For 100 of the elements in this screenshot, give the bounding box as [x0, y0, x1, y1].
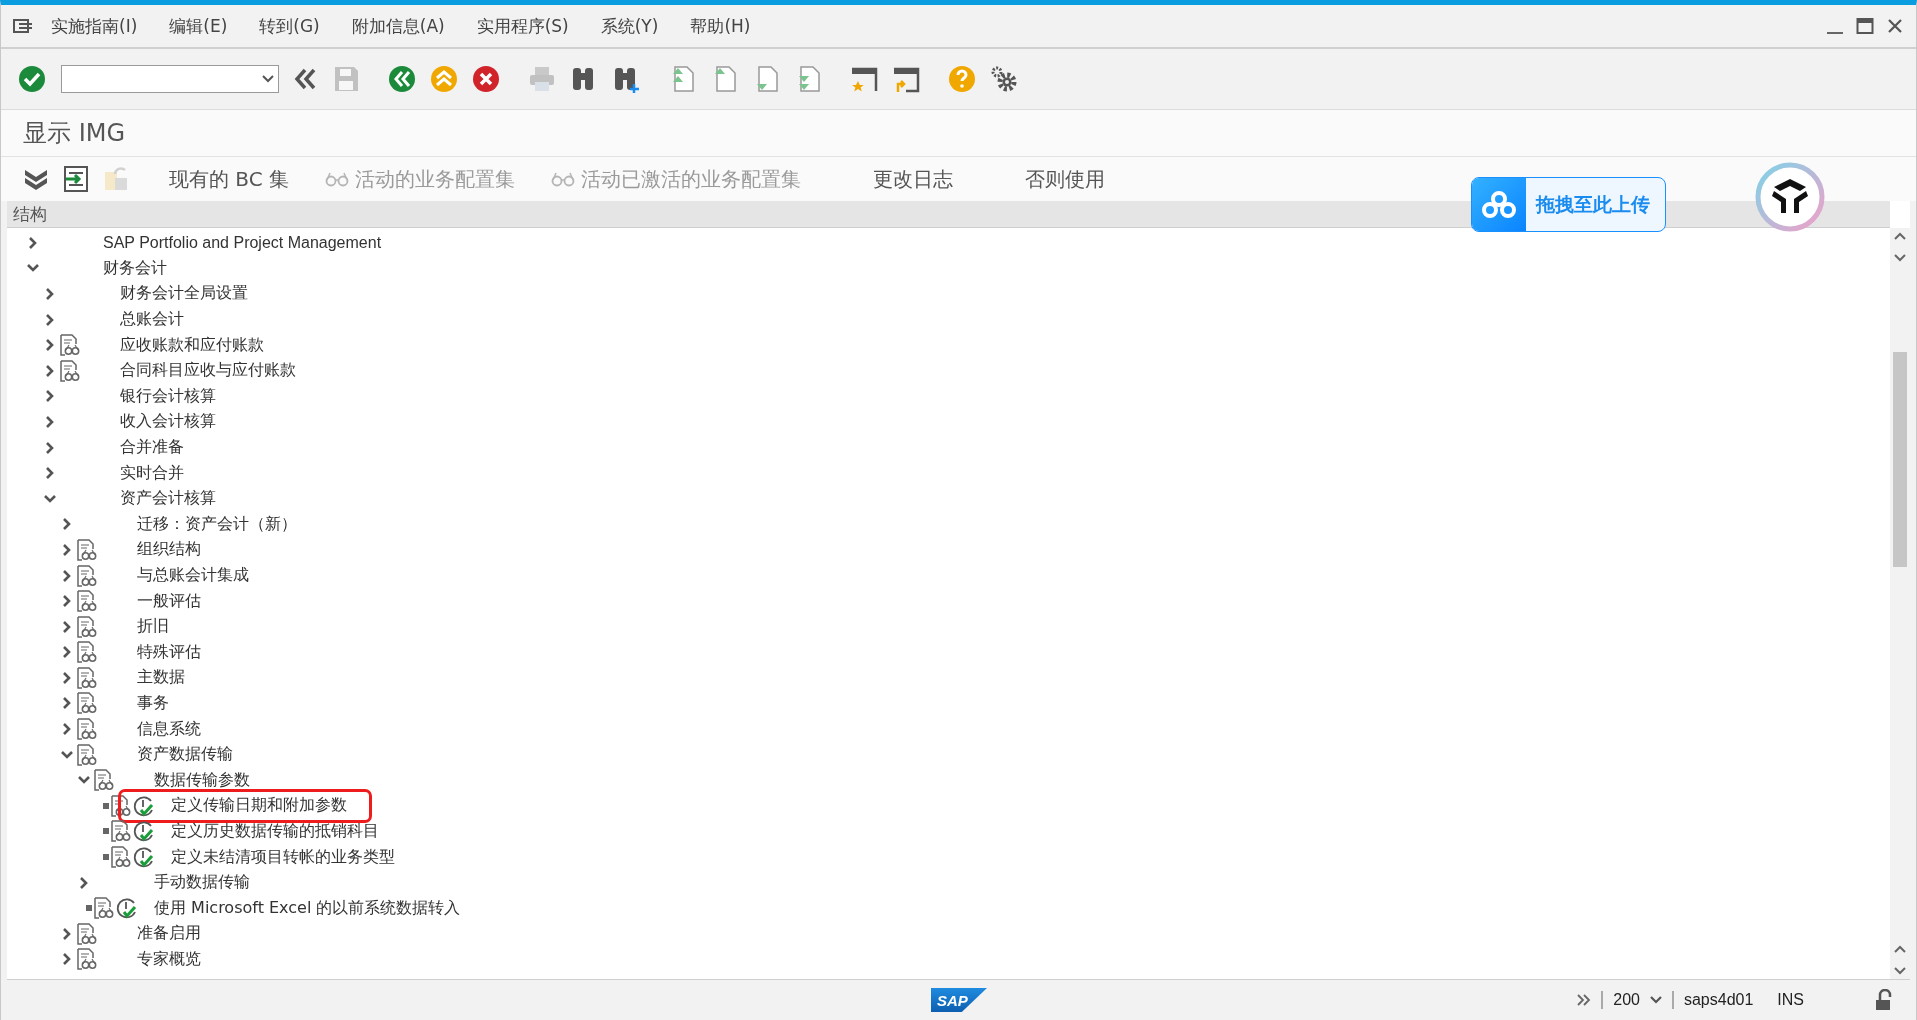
document-glasses-icon[interactable] [77, 948, 97, 971]
tree-item-label[interactable]: 与总账会计集成 [137, 565, 249, 586]
chevron-right-icon[interactable] [44, 364, 56, 377]
tree-item-label[interactable]: 资产会计核算 [120, 488, 216, 510]
document-glasses-icon[interactable] [77, 615, 97, 638]
tree-item-label[interactable]: 组织结构 [137, 539, 201, 561]
document-glasses-icon[interactable] [111, 820, 131, 843]
tree-item-label[interactable]: 银行会计核算 [120, 385, 216, 407]
tree-item-label[interactable]: 一般评估 [137, 590, 201, 612]
chevron-right-icon[interactable] [61, 518, 73, 531]
tree-item-label[interactable]: 合同科目应收与应付账款 [120, 360, 296, 382]
document-glasses-icon[interactable] [60, 334, 80, 357]
menu-item[interactable]: 实用程序(S) [476, 14, 569, 38]
tree-item-label[interactable]: 迁移：资产会计（新） [137, 513, 297, 535]
close-icon[interactable] [1886, 17, 1904, 35]
tree-item-label[interactable]: 资产数据传输 [137, 744, 233, 766]
double-chevron-right-icon[interactable] [1577, 994, 1592, 1006]
scroll-down-icon[interactable] [1894, 967, 1906, 975]
tree-item-label[interactable]: 应收账款和应付账款 [120, 334, 264, 356]
chevron-right-icon[interactable] [61, 697, 73, 710]
tree-item-label[interactable]: 使用 Microsoft Excel 的以前系统数据转入 [154, 897, 461, 919]
document-glasses-icon[interactable] [77, 922, 97, 945]
tree-item-label[interactable]: 总账会计 [120, 309, 184, 331]
document-glasses-icon[interactable] [77, 538, 97, 561]
toolbar-button[interactable]: 现有的 BC 集 [169, 165, 290, 193]
tree-item-label[interactable]: 主数据 [137, 667, 185, 689]
menu-item[interactable]: 实施指南(I) [51, 14, 138, 38]
document-glasses-icon[interactable] [77, 590, 97, 613]
document-glasses-icon[interactable] [60, 359, 80, 382]
chevron-right-icon[interactable] [61, 569, 73, 582]
dropdown-caret-icon[interactable] [262, 75, 274, 83]
maximize-icon[interactable] [1856, 17, 1874, 35]
tree-item-label[interactable]: 定义未结清项目转帐的业务类型 [171, 846, 395, 868]
chevron-right-icon[interactable] [61, 543, 73, 556]
chevron-right-icon[interactable] [61, 620, 73, 633]
chevron-right-icon[interactable] [44, 390, 56, 403]
scroll-up-icon[interactable] [1894, 945, 1906, 953]
chevron-right-icon[interactable] [61, 671, 73, 684]
tree-item-label[interactable]: SAP Portfolio and Project Management [103, 233, 382, 252]
tree-item-label[interactable]: 数据传输参数 [154, 769, 250, 791]
tree-item-label[interactable]: 实时合并 [120, 462, 184, 484]
chevron-right-icon[interactable] [27, 236, 39, 249]
clock-check-icon[interactable] [133, 794, 155, 817]
chevron-right-icon[interactable] [78, 876, 90, 889]
menu-icon[interactable] [13, 17, 33, 35]
chevron-right-icon[interactable] [44, 441, 56, 454]
chevron-down-icon[interactable] [61, 748, 73, 761]
scrollbar[interactable] [1890, 228, 1910, 979]
command-field[interactable] [61, 65, 279, 93]
chevron-right-icon[interactable] [44, 415, 56, 428]
bullet-icon [86, 905, 92, 912]
scroll-down-icon[interactable] [1894, 254, 1906, 262]
chevron-right-icon[interactable] [44, 288, 56, 300]
chevron-right-icon[interactable] [44, 467, 56, 480]
chevron-right-icon[interactable] [61, 723, 73, 736]
chevron-right-icon[interactable] [44, 339, 56, 352]
document-glasses-icon[interactable] [77, 564, 97, 587]
document-glasses-icon[interactable] [111, 846, 131, 869]
tree-item-label[interactable]: 事务 [137, 693, 169, 714]
menu-item[interactable]: 转到(G) [259, 14, 320, 38]
tree-item-label[interactable]: 收入会计核算 [120, 411, 216, 433]
document-glasses-icon[interactable] [77, 641, 97, 664]
tree-item-label[interactable]: 手动数据传输 [154, 872, 250, 894]
document-glasses-icon[interactable] [77, 666, 97, 689]
tree-item-label[interactable]: 信息系统 [137, 718, 201, 740]
tree-item-label[interactable]: 特殊评估 [137, 641, 201, 663]
clock-check-icon[interactable] [133, 846, 155, 869]
chevron-down-icon[interactable] [44, 492, 56, 505]
document-glasses-icon[interactable] [77, 718, 97, 741]
tree-item-label[interactable]: 合并准备 [120, 437, 184, 459]
tree-item-label[interactable]: 财务会计全局设置 [120, 283, 248, 305]
tree-item-label[interactable]: 定义传输日期和附加参数 [171, 795, 347, 817]
bullet-icon [103, 828, 109, 835]
chevron-right-icon[interactable] [61, 927, 73, 940]
tree-item-label[interactable]: 准备启用 [137, 923, 201, 945]
clock-check-icon[interactable] [133, 820, 155, 843]
document-glasses-icon[interactable] [77, 692, 97, 715]
toolbar-button[interactable]: 否则使用 [1025, 165, 1106, 193]
document-glasses-icon[interactable] [94, 897, 114, 920]
chevron-right-icon[interactable] [61, 595, 73, 608]
back-icon [387, 64, 417, 94]
document-glasses-icon[interactable] [111, 794, 131, 817]
chevron-right-icon[interactable] [61, 953, 73, 966]
document-glasses-icon[interactable] [77, 743, 97, 766]
tree-item-label[interactable]: 折旧 [137, 616, 169, 638]
document-glasses-icon[interactable] [94, 769, 114, 792]
chevron-right-icon[interactable] [44, 313, 56, 326]
menu-item[interactable]: 系统(Y) [600, 14, 659, 38]
clock-check-icon[interactable] [116, 897, 138, 920]
menu-item[interactable]: 编辑(E) [169, 14, 228, 38]
menu-item[interactable]: 帮助(H) [690, 14, 751, 38]
toolbar-button[interactable]: 更改日志 [873, 165, 954, 193]
tree-item-label[interactable]: 财务会计 [103, 257, 167, 279]
tree-item-label[interactable]: 专家概览 [137, 948, 201, 970]
menu-item[interactable]: 附加信息(A) [351, 14, 445, 38]
scroll-up-icon[interactable] [1894, 232, 1906, 240]
chevron-right-icon[interactable] [61, 646, 73, 659]
scroll-thumb[interactable] [1893, 352, 1907, 567]
tree-item-label[interactable]: 定义历史数据传输的抵销科目 [171, 820, 379, 842]
dropdown-caret-icon[interactable] [1649, 996, 1662, 1004]
